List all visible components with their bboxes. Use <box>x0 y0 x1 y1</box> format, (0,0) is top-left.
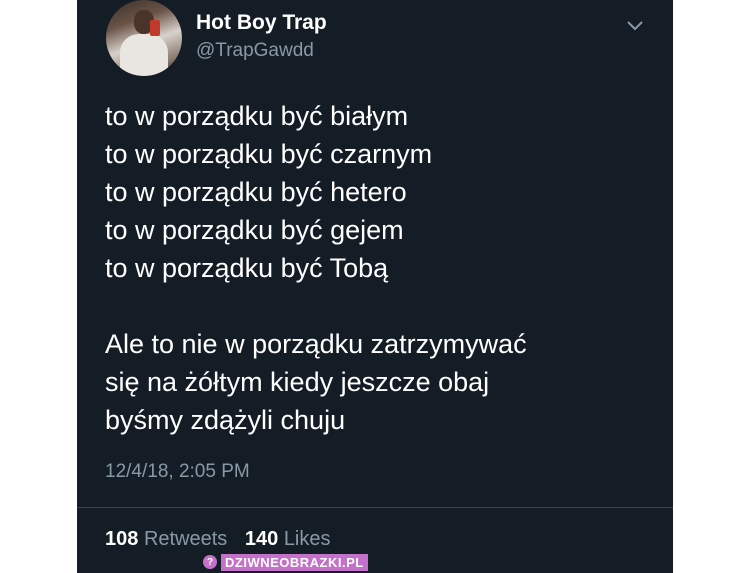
tweet-line: to w porządku być Tobą <box>105 253 389 283</box>
tweet-line: to w porządku być hetero <box>105 177 407 207</box>
watermark: ? DZIWNEOBRAZKI.PL <box>203 553 368 571</box>
retweets-count[interactable]: 108 <box>105 528 138 550</box>
tweet-line: to w porządku być gejem <box>105 215 404 245</box>
retweets-label[interactable]: Retweets <box>144 528 227 550</box>
avatar[interactable] <box>106 0 182 76</box>
tweet-stats: 108 Retweets 140 Likes <box>105 528 343 551</box>
chevron-down-icon[interactable] <box>626 20 644 32</box>
author-handle[interactable]: @TrapGawdd <box>196 40 314 62</box>
watermark-text: DZIWNEOBRAZKI.PL <box>221 553 368 571</box>
tweet-card: Hot Boy Trap @TrapGawdd to w porządku by… <box>77 0 673 573</box>
avatar-phone <box>150 20 160 36</box>
tweet-text: to w porządku być białym to w porządku b… <box>105 97 665 439</box>
likes-count[interactable]: 140 <box>245 528 278 550</box>
tweet-timestamp[interactable]: 12/4/18, 2:05 PM <box>105 461 250 483</box>
tweet-line: to w porządku być czarnym <box>105 139 433 169</box>
divider <box>77 507 673 508</box>
tweet-line: byśmy zdążyli chuju <box>105 405 346 435</box>
watermark-icon: ? <box>203 555 217 569</box>
author-name[interactable]: Hot Boy Trap <box>196 11 327 35</box>
tweet-line: to w porządku być białym <box>105 101 409 131</box>
avatar-shirt <box>120 34 168 76</box>
tweet-line: Ale to nie w porządku zatrzymywać <box>105 329 527 359</box>
tweet-line: się na żółtym kiedy jeszcze obaj <box>105 367 490 397</box>
likes-label[interactable]: Likes <box>284 528 331 550</box>
